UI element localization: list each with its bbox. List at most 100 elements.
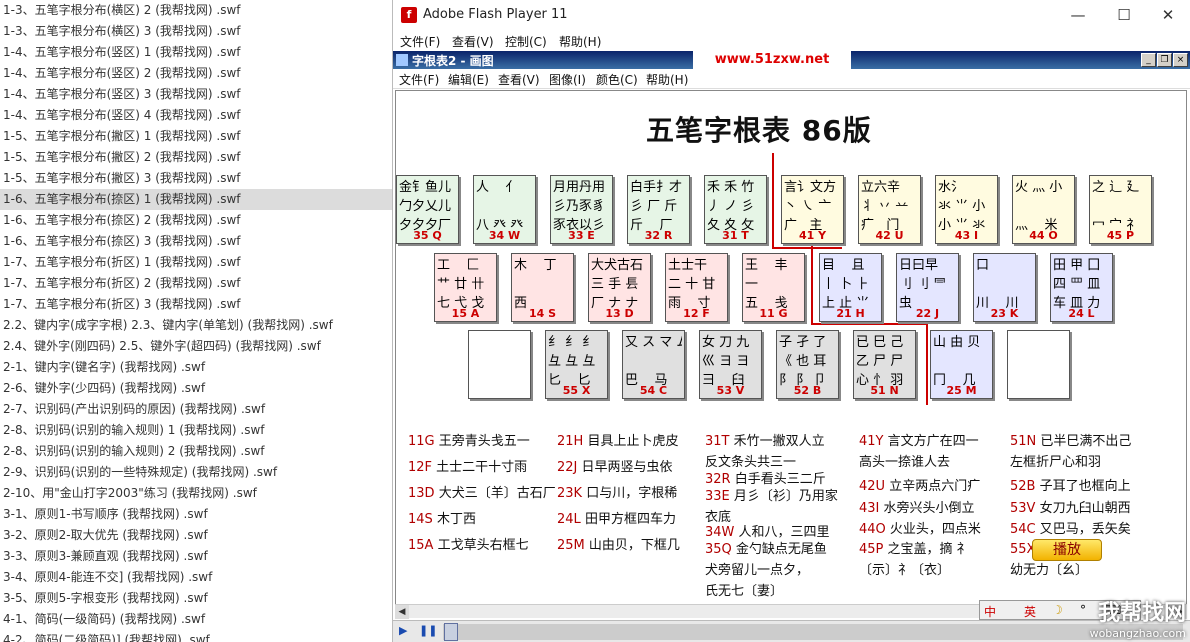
key-roots: 火 灬 小 灬 米 [1015, 180, 1063, 233]
file-list-item[interactable]: 2.4、键外字(刚四码) 2.5、键外字(超四码) (我帮找网) .swf [0, 336, 392, 357]
rule-text: 日早两竖与虫依 [581, 460, 673, 475]
file-list-item[interactable]: 3-5、原则5-字根变形 (我帮找网) .swf [0, 588, 392, 609]
key-code: 54 C [639, 384, 668, 397]
file-list-item[interactable]: 1-7、五笔字根分布(折区) 1 (我帮找网) .swf [0, 252, 392, 273]
wubi-chart-canvas: 五笔字根表 86版 金钅鱼儿 勹夕乂儿 夕夕夕厂 35 Q人 亻 八 癶 癶 34 … [395, 90, 1187, 606]
file-list-item[interactable]: 3-1、原则1-书写顺序 (我帮找网) .swf [0, 504, 392, 525]
moon-icon[interactable]: ☽ [1052, 603, 1063, 617]
key-code: 52 B [793, 384, 822, 397]
file-list-item[interactable]: 2-9、识别码(识别的一些特殊规定) (我帮找网) .swf [0, 462, 392, 483]
rule-text: 目具上止卜虎皮 [587, 434, 679, 449]
rule-code: 42U [859, 479, 886, 494]
key-code: 41 Y [798, 229, 827, 242]
ime-english-icon[interactable]: 英 [1024, 603, 1036, 620]
key-roots: 言讠文方 丶 ㇏ 亠 广 主 [784, 180, 837, 233]
maximize-button[interactable]: ☐ [1101, 2, 1147, 28]
key-code: 51 N [870, 384, 899, 397]
file-list-item[interactable]: 1-4、五笔字根分布(竖区) 3 (我帮找网) .swf [0, 84, 392, 105]
play-button[interactable]: 播放 [1032, 539, 1102, 561]
key-roots: 山 由 贝 冂 几 [933, 335, 981, 388]
file-list-item[interactable]: 2-6、键外字(少四码) (我帮找网) .swf [0, 378, 392, 399]
progress-slider[interactable] [443, 624, 1183, 640]
key-34-w: 人 亻 八 癶 癶 34 W [473, 175, 536, 244]
file-list-item[interactable]: 1-3、五笔字根分布(横区) 3 (我帮找网) .swf [0, 21, 392, 42]
file-list-item[interactable]: 2-8、识别码(识别的输入规则) 1 (我帮找网) .swf [0, 420, 392, 441]
punct-icon[interactable]: ° [1080, 603, 1086, 617]
rule-code: 21H [557, 434, 584, 449]
red-divider [772, 247, 842, 249]
rule-text: 白手看头三二斤 [734, 472, 826, 487]
file-list-item[interactable]: 1-3、五笔字根分布(横区) 2 (我帮找网) .swf [0, 0, 392, 21]
file-list-item[interactable]: 1-6、五笔字根分布(捺区) 3 (我帮找网) .swf [0, 231, 392, 252]
paint-menu-edit[interactable]: 编辑(E) [448, 71, 489, 88]
key-roots: 立六辛 丬 丷 䒑 疒 门 [861, 180, 909, 233]
key-code: 45 P [1106, 229, 1135, 242]
key-code: 55 X [562, 384, 591, 397]
file-list-item[interactable]: 1-7、五笔字根分布(折区) 2 (我帮找网) .swf [0, 273, 392, 294]
file-list-item[interactable]: 1-4、五笔字根分布(竖区) 2 (我帮找网) .swf [0, 63, 392, 84]
paint-close-button[interactable]: × [1173, 53, 1188, 67]
rule-item: 11G 王旁青头戋五一 [408, 431, 530, 452]
minimize-button[interactable]: — [1055, 2, 1101, 28]
rule-text: 女刀九臼山朝西 [1039, 501, 1131, 516]
file-list-item[interactable]: 1-5、五笔字根分布(撇区) 1 (我帮找网) .swf [0, 126, 392, 147]
file-list-item[interactable]: 4-2、简码(二级简码)] (我帮找网) .swf [0, 630, 392, 642]
slider-thumb[interactable] [444, 623, 458, 641]
key-code: 11 G [759, 307, 788, 320]
file-list-item[interactable]: 1-4、五笔字根分布(竖区) 1 (我帮找网) .swf [0, 42, 392, 63]
file-list-item[interactable]: 3-3、原则3-兼顾直观 (我帮找网) .swf [0, 546, 392, 567]
file-list-item[interactable]: 2-8、识别码(识别的输入规则) 2 (我帮找网) .swf [0, 441, 392, 462]
ime-chinese-icon[interactable]: 中 [984, 603, 996, 620]
key-roots: 月用丹用 彡乃豕豸 豕衣以彡 [553, 180, 606, 233]
paint-restore-button[interactable]: ❐ [1157, 53, 1172, 67]
file-list-item[interactable]: 2.2、键内字(成字字根) 2.3、键内字(单笔划) (我帮找网) .swf [0, 315, 392, 336]
file-list-item[interactable]: 1-6、五笔字根分布(捺区) 2 (我帮找网) .swf [0, 210, 392, 231]
play-icon[interactable]: ▶ [399, 624, 407, 637]
paint-menu-view[interactable]: 查看(V) [498, 71, 540, 88]
file-list-item[interactable]: 1-7、五笔字根分布(折区) 3 (我帮找网) .swf [0, 294, 392, 315]
scroll-left-icon[interactable]: ◀ [395, 605, 409, 619]
rule-text: 口与川，字根稀 [586, 486, 678, 501]
file-list-item[interactable]: 3-4、原则4-能连不交] (我帮找网) .swf [0, 567, 392, 588]
paint-titlebar: 字根表2 - 画图 www.51zxw.net _ ❐ × [393, 51, 1190, 69]
paint-menu-help[interactable]: 帮助(H) [646, 71, 688, 88]
close-button[interactable]: ✕ [1145, 2, 1190, 28]
file-list-item[interactable]: 1-5、五笔字根分布(撇区) 3 (我帮找网) .swf [0, 168, 392, 189]
site-url: www.51zxw.net [693, 51, 851, 69]
file-list-item[interactable]: 1-6、五笔字根分布(捺区) 1 (我帮找网) .swf [0, 189, 392, 210]
file-list-item[interactable]: 2-7、识别码(产出识别码的原因) (我帮找网) .swf [0, 399, 392, 420]
key-code: 22 J [915, 307, 940, 320]
key-35-q: 金钅鱼儿 勹夕乂儿 夕夕夕厂 35 Q [396, 175, 459, 244]
menu-file[interactable]: 文件(F) [400, 33, 440, 50]
paint-menu-file[interactable]: 文件(F) [399, 71, 439, 88]
key-code: 42 U [875, 229, 904, 242]
red-divider [772, 153, 774, 249]
file-list-item[interactable]: 3-2、原则2-取大优先 (我帮找网) .swf [0, 525, 392, 546]
file-list-item[interactable]: 2-10、用"金山打字2003"练习 (我帮找网) .swf [0, 483, 392, 504]
rule-item: 23K 口与川，字根稀 [557, 483, 677, 504]
pause-icon[interactable]: ❚❚ [419, 624, 437, 637]
key-roots: 又 ス マ ム 巴 马 [625, 335, 682, 388]
menu-control[interactable]: 控制(C) [505, 33, 547, 50]
key-24-l: 田 甲 囗 四 罒 皿 车 皿 力 24 L [1050, 253, 1113, 322]
key-54-c: 又 ス マ ム 巴 马54 C [622, 330, 685, 399]
file-list-item[interactable]: 4-1、简码(一级简码) (我帮找网) .swf [0, 609, 392, 630]
rule-item: 52B 子耳了也框向上 [1010, 476, 1131, 497]
key-45-p: 之 辶 廴 冖 宀 礻 45 P [1089, 175, 1152, 244]
key-code: 15 A [451, 307, 480, 320]
menu-view[interactable]: 查看(V) [452, 33, 494, 50]
file-list-item[interactable]: 1-4、五笔字根分布(竖区) 4 (我帮找网) .swf [0, 105, 392, 126]
watermark-url: wobangzhao.com [1089, 627, 1186, 640]
paint-menu-image[interactable]: 图像(I) [549, 71, 586, 88]
file-list-item[interactable]: 1-5、五笔字根分布(撇区) 2 (我帮找网) .swf [0, 147, 392, 168]
paint-menu-color[interactable]: 颜色(C) [596, 71, 638, 88]
menu-help[interactable]: 帮助(H) [559, 33, 601, 50]
key-roots: 子 孑 了 《 也 耳 阝 阝 卩 [779, 335, 827, 388]
rule-code: 54C [1010, 522, 1036, 537]
paint-minimize-button[interactable]: _ [1141, 53, 1156, 67]
key-25-m: 山 由 贝 冂 几 25 M [930, 330, 993, 399]
rule-text: 立辛两点六门疒 [889, 479, 981, 494]
key-31-t: 禾 禾 竹 丿 ノ 彡 夂 夊 攵 31 T [704, 175, 767, 244]
file-list-item[interactable]: 2-1、键内字(键名字) (我帮找网) .swf [0, 357, 392, 378]
rule-code: 12F [408, 460, 433, 475]
